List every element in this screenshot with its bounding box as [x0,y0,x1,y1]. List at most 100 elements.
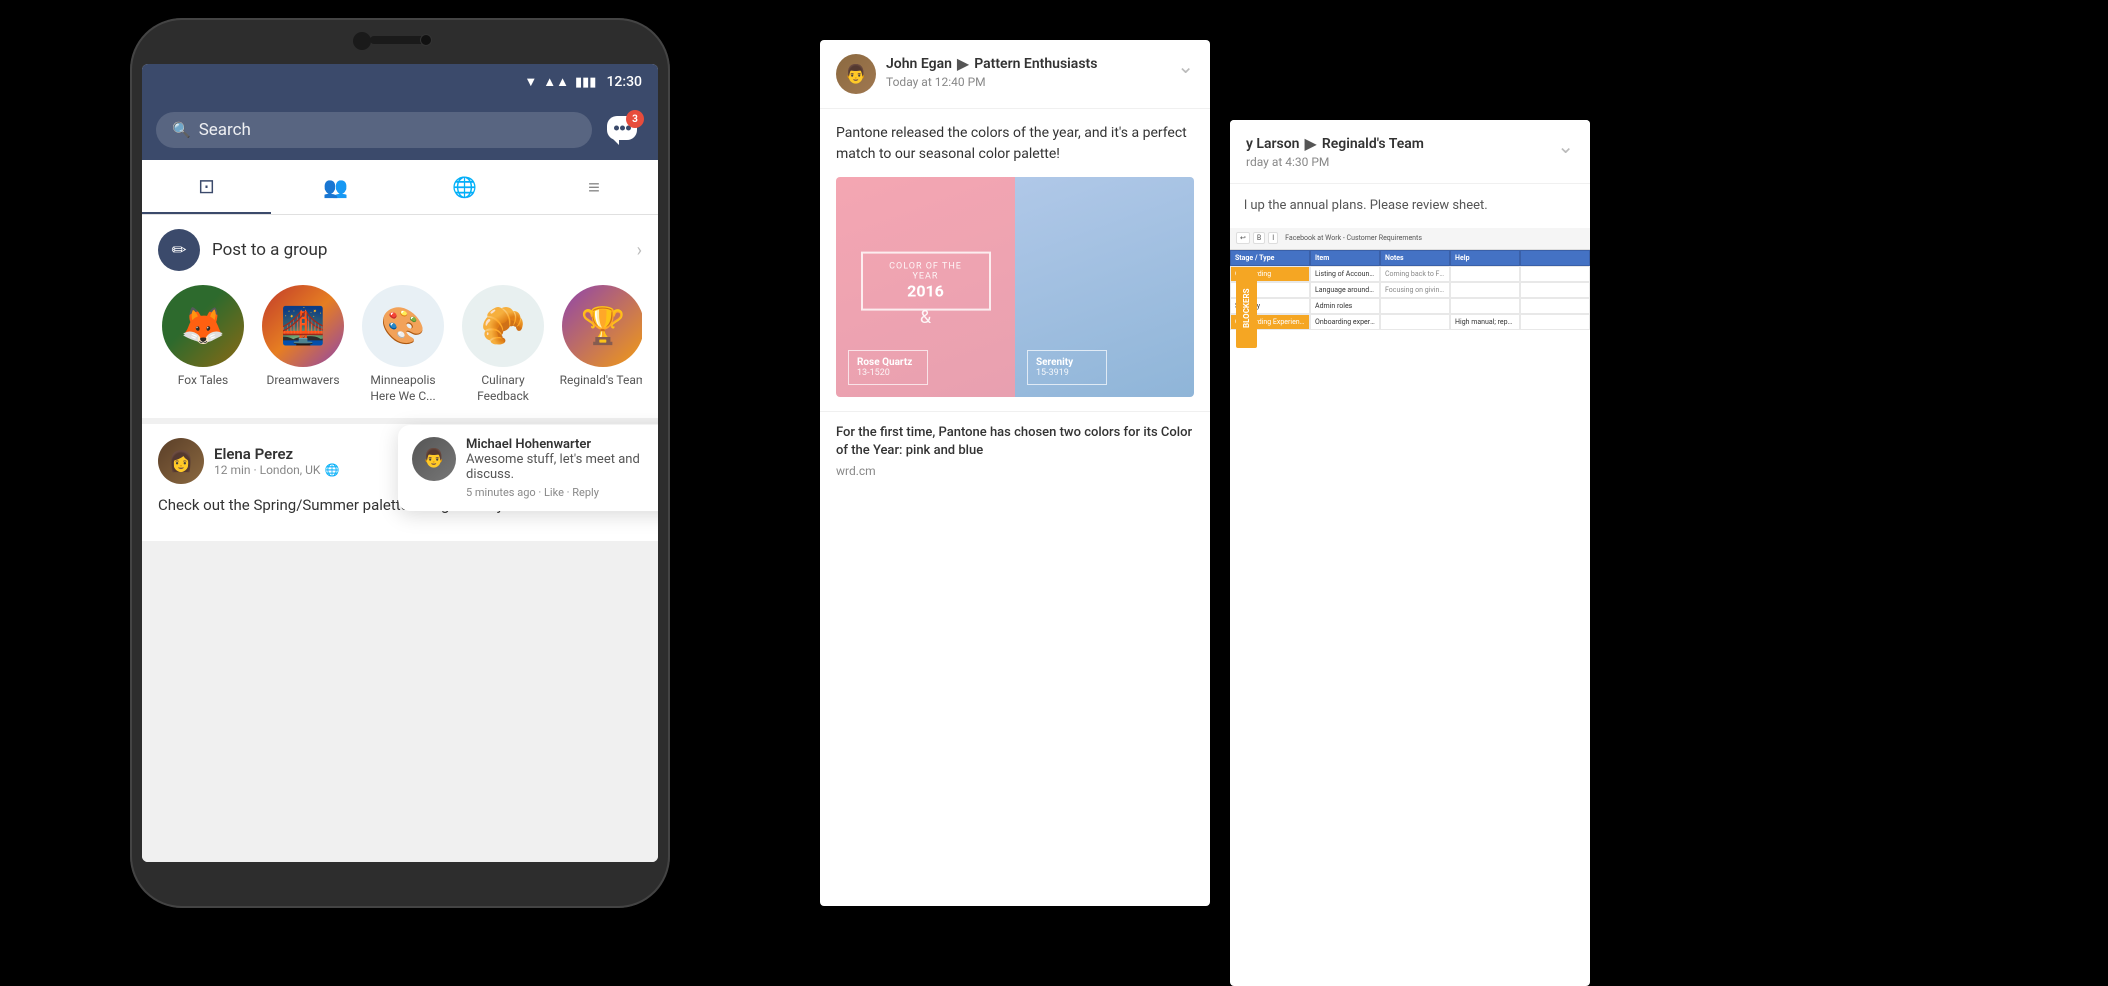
group-item-fox[interactable]: Fox Tales [158,285,248,404]
pattern-enthusiasts-card: 👨 John Egan ▶ Pattern Enthusiasts Today … [820,40,1210,906]
grid-cell-help-1 [1450,266,1520,282]
message-badge: 3 [626,110,644,128]
group-item-minneapolis[interactable]: Minneapolis Here We C... [358,285,448,404]
tab-globe[interactable]: 🌐 [400,160,529,214]
reginald-arrow-icon: ▶ [1305,134,1317,153]
card-link-preview: For the first time, Pantone has chosen t… [820,411,1210,490]
compose-icon: ✏ [171,240,186,261]
signal-icon: ▲▲ [543,74,569,90]
pantone-left: Color of the Year 2016 & Rose Quartz 13-… [836,177,1015,397]
search-bar: 🔍 Search 3 [142,100,658,160]
card-author-name: John Egan [886,56,952,72]
card-body: Pantone released the colors of the year,… [820,109,1210,411]
card-link-title[interactable]: For the first time, Pantone has chosen t… [836,424,1194,460]
comment-bubble: 👨 Michael Hohenwarter Awesome stuff, let… [398,425,658,511]
grid-cell-extra-3 [1520,298,1590,314]
grid-cell-extra-4 [1520,314,1590,330]
reginald-chevron-icon[interactable]: ⌄ [1557,134,1574,158]
group-item-reginald[interactable]: Reginald's Team [558,285,642,404]
pantone-chip-left: Rose Quartz 13-1520 [848,350,928,385]
ampersand: & [920,307,931,328]
pantone-color1-name: Rose Quartz [857,357,919,368]
grid-cell-notes-3 [1380,298,1450,314]
toolbar-italic: I [1268,232,1278,244]
dreamwavers-art [262,285,344,367]
reginald-group-name: Reginald's Team [1322,136,1424,152]
card-author-row: John Egan ▶ Pattern Enthusiasts [886,54,1177,73]
nav-tabs: ⊡ 👥 🌐 ≡ [142,160,658,215]
grid-cell-extra-1 [1520,266,1590,282]
reginald-author-name: y Larson [1246,136,1300,152]
pantone-color2-name: Serenity [1036,357,1098,368]
group-item-culinary[interactable]: Culinary Feedback [458,285,548,404]
tab-groups[interactable]: 👥 [271,160,400,214]
card-author-info: John Egan ▶ Pattern Enthusiasts Today at… [886,54,1177,89]
wifi-icon: ▼ [524,74,537,90]
reginald-author-row: y Larson ▶ Reginald's Team [1246,134,1557,153]
post-icon: ✏ [158,229,200,271]
post-to-group-label[interactable]: Post to a group [212,240,637,260]
reginald-team-card: y Larson ▶ Reginald's Team rday at 4:30 … [1230,120,1590,986]
status-bar: ▼ ▲▲ ▮▮▮ 12:30 [142,64,658,100]
culinary-art [462,285,544,367]
grid-cell-notes-2: Focusing on giving users a more engaging… [1380,282,1450,298]
post-to-group-row: ✏ Post to a group › [158,229,642,271]
reginald-art [562,285,642,367]
grid-header-notes: Notes [1380,250,1450,266]
card-header-pattern: 👨 John Egan ▶ Pattern Enthusiasts Today … [820,40,1210,109]
avatar-john: 👨 [836,54,876,94]
comment-meta: 5 minutes ago · Like · Reply [466,486,658,499]
time-display: 12:30 [606,74,642,90]
avatar-michael: 👨 [412,437,456,481]
grid-cell-notes-1: Coming back to Facebook at Work. Can we … [1380,266,1450,282]
john-avatar-icon: 👨 [845,64,867,85]
spreadsheet-title: Facebook at Work - Customer Requirements [1285,234,1422,242]
grid-cell-help-4: High manual; repetitive CTA - Because em… [1450,314,1520,330]
group-circle-dreamwavers [262,285,344,367]
second-card-text: l up the annual plans. Please review she… [1244,196,1576,216]
grid-header-item: Item [1310,250,1380,266]
post-meta: 12 min · London, UK 🌐 [214,463,339,477]
pantone-color2-code: 15-3919 [1036,368,1098,378]
grid-cell-item-2: Language around the Claiming... [1310,282,1380,298]
comment-author: Michael Hohenwarter [466,437,658,452]
spreadsheet-inner: ↩ B I Facebook at Work - Customer Requir… [1230,228,1590,330]
tab-menu[interactable]: ≡ [529,160,658,214]
search-input-area[interactable]: 🔍 Search [156,112,592,148]
tab-home[interactable]: ⊡ [142,160,271,214]
message-button[interactable]: 3 [604,110,644,150]
post-author-name: Elena Perez [214,445,339,463]
phone-camera [420,34,432,46]
group-name-minneapolis: Minneapolis Here We C... [358,373,448,404]
phone-device: ▼ ▲▲ ▮▮▮ 12:30 🔍 Search 3 [130,18,670,908]
groups-row: Fox Tales Dreamwavers Minneapolis Here W… [158,285,642,404]
comment-content: Michael Hohenwarter Awesome stuff, let's… [466,437,658,499]
post-card-elena: 👩 Elena Perez 12 min · London, UK 🌐 Chec… [142,424,658,541]
group-item-dreamwavers[interactable]: Dreamwavers [258,285,348,404]
grid-cell-item-4: Onboarding experience should provide use… [1310,314,1380,330]
grid-cell-item-3: Admin roles [1310,298,1380,314]
grid-cell-item-1: Listing of Accounts - Claim and Login [1310,266,1380,282]
grid-header-help: Help [1450,250,1520,266]
globe-post-icon: 🌐 [324,463,339,477]
grid-header-extra [1520,250,1590,266]
chevron-right-icon: › [637,240,642,261]
phone-screen: ▼ ▲▲ ▮▮▮ 12:30 🔍 Search 3 [142,64,658,862]
group-name-dreamwavers: Dreamwavers [266,373,339,389]
pantone-year-label: Color of the Year [877,262,975,282]
comment-text: Awesome stuff, let's meet and discuss. [466,452,658,482]
feed-area: ✏ Post to a group › Fox Tales [142,215,658,862]
pantone-year-num: 2016 [877,282,975,301]
card-arrow-icon: ▶ [957,54,969,73]
card-text: Pantone released the colors of the year,… [836,123,1194,165]
search-icon: 🔍 [172,121,191,139]
group-circle-minneapolis [362,285,444,367]
toolbar-undo: ↩ [1236,232,1250,244]
card-chevron-icon[interactable]: ⌄ [1177,54,1194,78]
card-link-url: wrd.cm [836,464,1194,478]
post-to-group-card: ✏ Post to a group › Fox Tales [142,215,658,418]
desktop-cards: 👨 John Egan ▶ Pattern Enthusiasts Today … [820,40,2088,906]
pantone-color1-code: 13-1520 [857,368,919,378]
spreadsheet-toolbar: ↩ B I Facebook at Work - Customer Requir… [1230,228,1590,250]
group-circle-culinary [462,285,544,367]
